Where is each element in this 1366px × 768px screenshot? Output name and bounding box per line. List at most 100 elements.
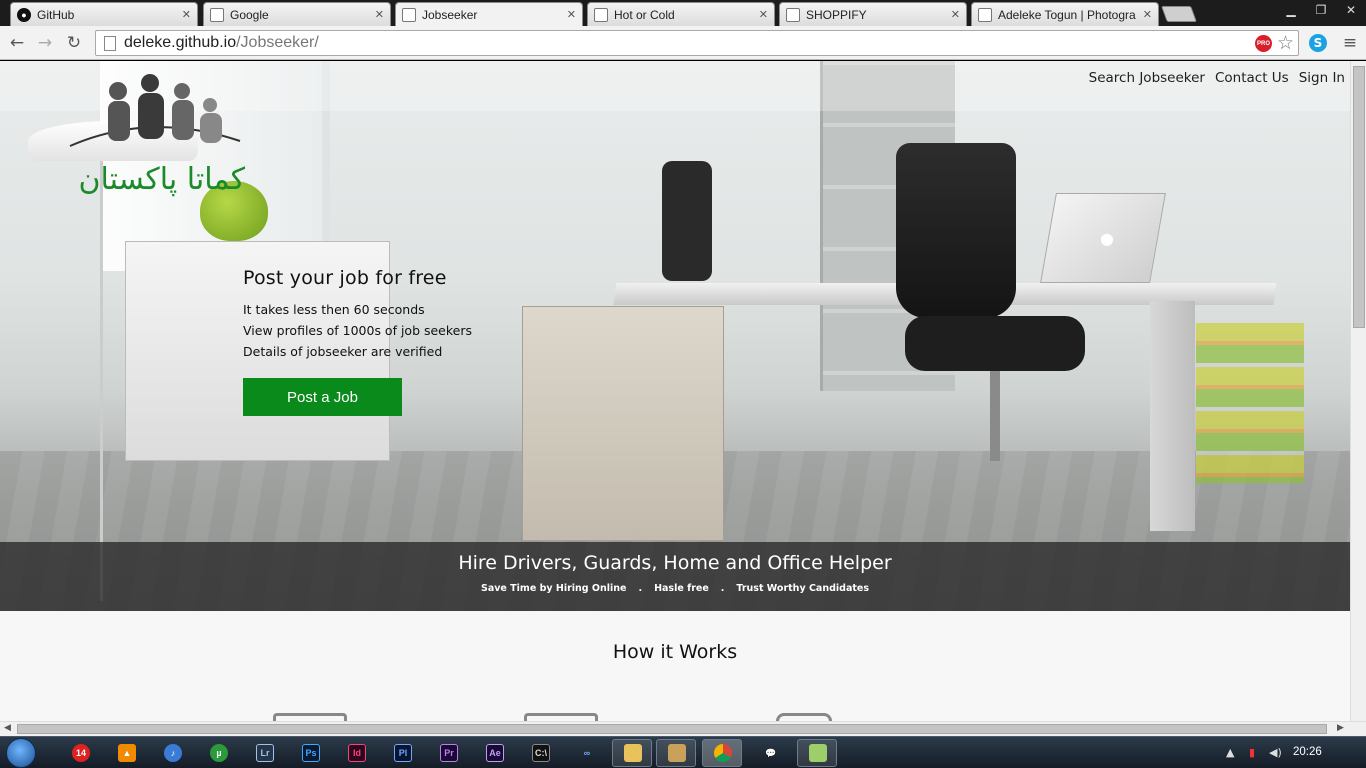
vertical-scrollbar-thumb[interactable] (1353, 66, 1365, 328)
hero-office-chair-seat (905, 316, 1085, 371)
windows-taskbar: 14 ▲ ♪ µ Lr Ps Id Pl Pr Ae C:\ ∞ 💬 ▲ ▮ ◀… (0, 736, 1366, 768)
tab-close-icon[interactable]: ✕ (567, 8, 576, 21)
vlc-icon[interactable]: ▲ (118, 744, 136, 762)
scroll-left-icon[interactable]: ◀ (4, 723, 11, 733)
explorer-taskbar-button[interactable] (612, 739, 652, 767)
scroll-right-icon[interactable]: ▶ (1337, 723, 1344, 733)
hero-desk-leg (1150, 301, 1195, 531)
forward-icon[interactable]: → (34, 32, 56, 54)
post-job-panel: Post your job for free It takes less the… (243, 267, 503, 416)
tab-github[interactable]: ● GitHub ✕ (10, 2, 198, 26)
tab-google[interactable]: Google ✕ (203, 2, 391, 26)
top-nav: Search Jobseeker Contact Us Sign In (1089, 70, 1345, 86)
page-icon (786, 7, 800, 22)
tab-title: Google (230, 7, 269, 22)
hero-line-1: It takes less then 60 seconds (243, 302, 425, 317)
files-icon (809, 744, 827, 762)
folder-icon (624, 744, 642, 762)
prelude-icon[interactable]: Pl (394, 744, 412, 762)
tab-title: SHOPPIFY (806, 7, 867, 22)
indesign-icon[interactable]: Id (348, 744, 366, 762)
url-host: deleke.github.io (124, 34, 237, 51)
page-icon (594, 7, 608, 22)
hero-chair-small (662, 161, 712, 281)
step-2-icon (524, 713, 598, 721)
tab-title: Adeleke Togun | Photogra (998, 7, 1136, 22)
tab-title: Jobseeker (422, 7, 478, 22)
hero-drawer (522, 306, 724, 541)
browser-tab-strip: ● GitHub ✕ Google ✕ Jobseeker ✕ Hot or C… (0, 0, 1366, 26)
apple-logo-icon: ● (1100, 229, 1114, 248)
back-icon[interactable]: ← (6, 32, 28, 54)
post-a-job-button[interactable]: Post a Job (243, 378, 402, 416)
nav-sign-in[interactable]: Sign In (1299, 70, 1345, 86)
close-window-icon[interactable]: ✕ (1336, 0, 1366, 20)
hero-heading: Post your job for free (243, 267, 447, 289)
vertical-scrollbar[interactable] (1350, 61, 1366, 721)
banner-title: Hire Drivers, Guards, Home and Office He… (458, 552, 892, 574)
address-bar[interactable]: deleke.github.io/Jobseeker/ PRO ☆ (95, 30, 1299, 56)
window-icon (668, 744, 686, 762)
chrome-taskbar-button[interactable] (702, 739, 742, 767)
step-1-icon (273, 713, 347, 721)
bookmark-star-icon[interactable]: ☆ (1277, 32, 1294, 55)
pro-extension-icon[interactable]: PRO (1255, 35, 1272, 52)
page-icon (104, 35, 116, 51)
window-controls: ▁ ❐ ✕ (1276, 0, 1366, 20)
tab-close-icon[interactable]: ✕ (759, 8, 768, 21)
photoshop-icon[interactable]: Ps (302, 744, 320, 762)
after-effects-icon[interactable]: Ae (486, 744, 504, 762)
tab-adeleke-togun[interactable]: Adeleke Togun | Photogra ✕ (971, 2, 1159, 26)
browser-toolbar: ← → ↻ deleke.github.io/Jobseeker/ PRO ☆ (0, 26, 1366, 60)
tab-shoppify[interactable]: SHOPPIFY ✕ (779, 2, 967, 26)
minimize-icon[interactable]: ▁ (1276, 0, 1306, 20)
tab-jobseeker[interactable]: Jobseeker ✕ (395, 2, 583, 26)
hero-section: ● Search Jobseeker Contact Us Sign In کم… (0, 61, 1350, 611)
tab-close-icon[interactable]: ✕ (951, 8, 960, 21)
step-3-icon (776, 713, 832, 721)
start-button[interactable] (6, 738, 36, 768)
window-taskbar-button[interactable] (656, 739, 696, 767)
horizontal-scrollbar-thumb[interactable] (17, 724, 1327, 734)
premiere-icon[interactable]: Pr (440, 744, 458, 762)
new-tab-button[interactable] (1161, 6, 1197, 22)
hero-line-3: Details of jobseeker are verified (243, 344, 443, 359)
tab-close-icon[interactable]: ✕ (182, 8, 191, 21)
reload-icon[interactable]: ↻ (63, 32, 85, 54)
horizontal-scrollbar[interactable]: ◀ ▶ (0, 721, 1366, 736)
tab-close-icon[interactable]: ✕ (375, 8, 384, 21)
skype-extension-icon[interactable]: S (1309, 34, 1327, 52)
tab-title: Hot or Cold (614, 7, 675, 22)
tray-battery-icon[interactable]: ▮ (1249, 746, 1255, 759)
banner-separator: . (638, 583, 643, 594)
nav-contact-us[interactable]: Contact Us (1215, 70, 1289, 86)
terminal-icon[interactable]: C:\ (532, 744, 550, 762)
url-path: /Jobseeker/ (236, 34, 319, 51)
site-logo[interactable]: کماتا پاکستان (50, 71, 250, 201)
tab-close-icon[interactable]: ✕ (1143, 8, 1152, 21)
badge-app-icon[interactable]: 14 (72, 744, 90, 762)
github-icon: ● (17, 7, 31, 22)
banner-tag: Save Time by Hiring Online (480, 583, 627, 594)
page-icon (210, 7, 224, 22)
link-icon[interactable]: ∞ (578, 744, 596, 762)
hero-office-chair (896, 143, 1016, 318)
restore-icon[interactable]: ❐ (1306, 0, 1336, 20)
nav-search-jobseeker[interactable]: Search Jobseeker (1089, 70, 1205, 86)
lightroom-icon[interactable]: Lr (256, 744, 274, 762)
page-icon (402, 7, 416, 22)
files-taskbar-button[interactable] (797, 739, 837, 767)
tab-hot-or-cold[interactable]: Hot or Cold ✕ (587, 2, 775, 26)
browser-menu-icon[interactable]: ≡ (1341, 33, 1359, 53)
itunes-icon[interactable]: ♪ (164, 744, 182, 762)
tray-volume-icon[interactable]: ◀) (1269, 746, 1282, 759)
hero-line-2: View profiles of 1000s of job seekers (243, 323, 473, 338)
chat-icon[interactable]: 💬 (762, 744, 780, 762)
logo-text: کماتا پاکستان (78, 162, 245, 197)
tray-expand-icon[interactable]: ▲ (1226, 746, 1234, 759)
taskbar-clock[interactable]: 20:26 (1293, 746, 1322, 758)
chrome-icon (714, 744, 732, 762)
utorrent-icon[interactable]: µ (210, 744, 228, 762)
how-it-works-section: How it Works (0, 611, 1350, 721)
hero-lamp-pole (100, 161, 103, 601)
